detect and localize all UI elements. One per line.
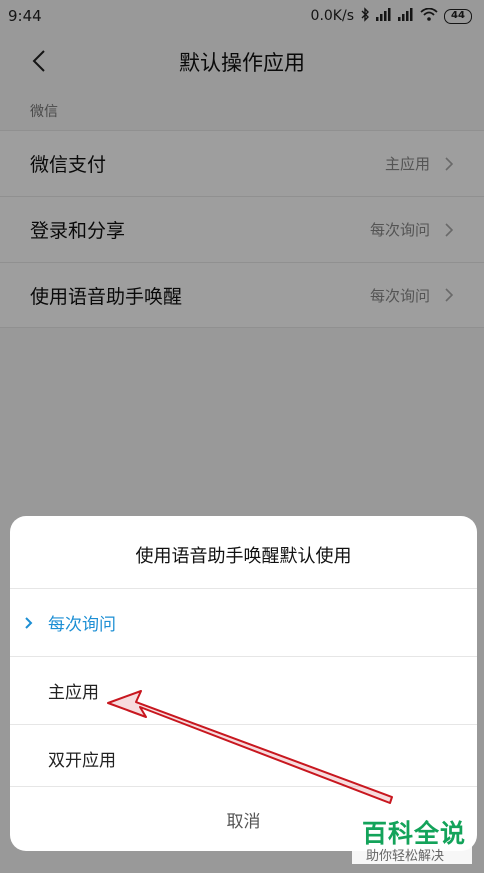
watermark-logo: 百科全说 助你轻松解决 (352, 812, 472, 864)
dialog-title: 使用语音助手唤醒默认使用 (135, 546, 352, 567)
check-chevron-icon (25, 617, 33, 629)
bottom-sheet-dialog: 使用语音助手唤醒默认使用 每次询问 主应用 双开应用 取消 (10, 516, 477, 851)
option-label: 主应用 (48, 683, 99, 703)
watermark-subtitle: 助你轻松解决 (366, 849, 445, 864)
option-label: 每次询问 (48, 615, 116, 635)
option-dual-app[interactable]: 双开应用 (10, 724, 477, 792)
option-ask-every-time[interactable]: 每次询问 (10, 588, 477, 656)
option-main-app[interactable]: 主应用 (10, 656, 477, 724)
option-label: 双开应用 (48, 751, 116, 771)
